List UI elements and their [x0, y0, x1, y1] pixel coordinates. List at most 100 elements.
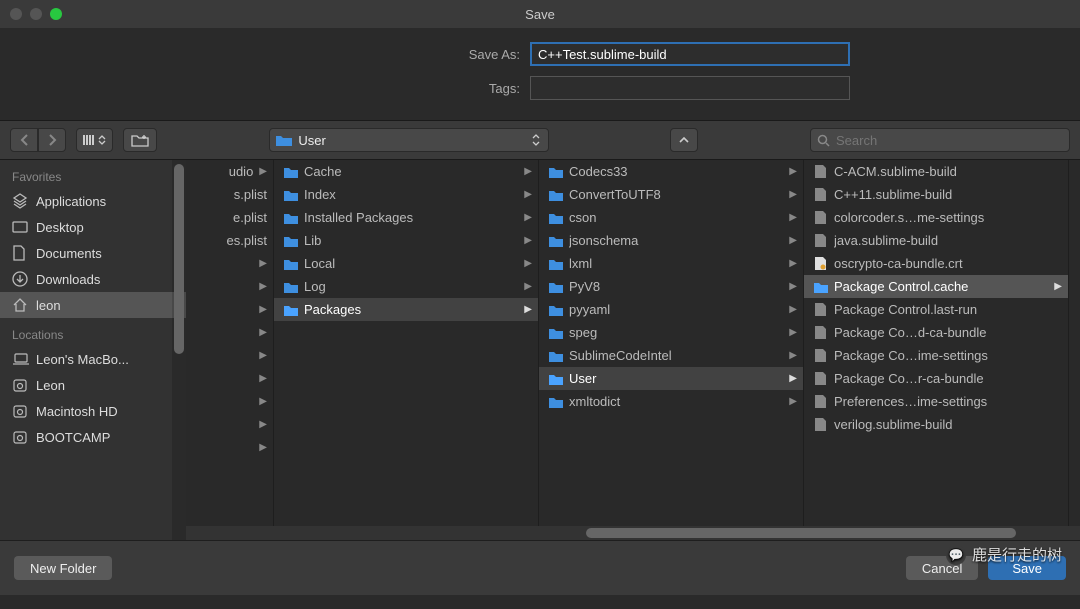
forward-button[interactable] [38, 128, 66, 152]
zoom-dot[interactable] [50, 8, 62, 20]
row-label: cson [569, 210, 783, 225]
desk-icon [12, 220, 28, 234]
toolbar: User [0, 120, 1080, 160]
folder-icon [549, 327, 563, 339]
sidebar-scrollbar[interactable] [172, 160, 186, 540]
sidebar-item-leon[interactable]: leon [0, 292, 186, 318]
back-button[interactable] [10, 128, 38, 152]
file-browser: Favorites ApplicationsDesktopDocumentsDo… [0, 160, 1080, 540]
new-folder-button[interactable]: New Folder [14, 556, 112, 580]
row-log[interactable]: Log▶ [274, 275, 538, 298]
minimize-dot[interactable] [30, 8, 42, 20]
folder-icon [549, 235, 563, 247]
folder-icon [284, 304, 298, 316]
new-folder-icon-button[interactable] [123, 128, 157, 152]
sidebar-item-documents[interactable]: Documents [0, 240, 186, 266]
chevron-right-icon: ▶ [789, 166, 797, 177]
row-pyv8[interactable]: PyV8▶ [539, 275, 803, 298]
search-icon [817, 134, 830, 147]
row-package-control-last-run[interactable]: Package Control.last-run [804, 298, 1068, 321]
chevron-right-icon: ▶ [1054, 281, 1062, 292]
collapse-button[interactable] [670, 128, 698, 152]
row-package-co-ime-settings[interactable]: Package Co…ime-settings [804, 344, 1068, 367]
location-popup[interactable]: User [269, 128, 549, 152]
chevron-right-icon: ▶ [259, 396, 267, 407]
row-s-plist[interactable]: s.plist [186, 183, 273, 206]
row-blank: ▶ [186, 275, 273, 298]
row-preferences-ime-settings[interactable]: Preferences…ime-settings [804, 390, 1068, 413]
chevron-right-icon: ▶ [524, 304, 532, 315]
chevron-right-icon: ▶ [789, 350, 797, 361]
close-dot[interactable] [10, 8, 22, 20]
chevron-right-icon: ▶ [789, 327, 797, 338]
chevron-up-icon [679, 136, 689, 144]
updown-icon [98, 135, 106, 145]
row-udio[interactable]: udio▶ [186, 160, 273, 183]
search-input[interactable] [836, 133, 1063, 148]
row-package-co-d-ca-bundle[interactable]: Package Co…d-ca-bundle [804, 321, 1068, 344]
row-lib[interactable]: Lib▶ [274, 229, 538, 252]
row-label: xmltodict [569, 394, 783, 409]
column-browser: udio▶s.pliste.plistes.plist▶▶▶▶▶▶▶▶▶||Ca… [186, 160, 1080, 540]
row-java-sublime-build[interactable]: java.sublime-build [804, 229, 1068, 252]
row-oscrypto-ca-bundle-crt[interactable]: oscrypto-ca-bundle.crt [804, 252, 1068, 275]
row-label: Codecs33 [569, 164, 783, 179]
row-local[interactable]: Local▶ [274, 252, 538, 275]
saveas-input[interactable] [530, 42, 850, 66]
column-3: C-ACM.sublime-build C++11.sublime-build co… [804, 160, 1069, 540]
row-lxml[interactable]: lxml▶ [539, 252, 803, 275]
row-package-co-r-ca-bundle[interactable]: Package Co…r-ca-bundle [804, 367, 1068, 390]
row-label: java.sublime-build [834, 233, 1062, 248]
doc-icon [12, 245, 28, 261]
row-e-plist[interactable]: e.plist [186, 206, 273, 229]
sidebar-item-downloads[interactable]: Downloads [0, 266, 186, 292]
row-xmltodict[interactable]: xmltodict▶ [539, 390, 803, 413]
row-c-11-sublime-build[interactable]: C++11.sublime-build [804, 183, 1068, 206]
sidebar-item-leon[interactable]: Leon [0, 372, 186, 398]
chevron-right-icon: ▶ [524, 166, 532, 177]
row-verilog-sublime-build[interactable]: verilog.sublime-build [804, 413, 1068, 436]
row-converttoutf8[interactable]: ConvertToUTF8▶ [539, 183, 803, 206]
row-user[interactable]: User▶ [539, 367, 803, 390]
tags-input[interactable] [530, 76, 850, 100]
title-bar: Save [0, 0, 1080, 28]
file-icon [814, 417, 828, 432]
row-installed-packages[interactable]: Installed Packages▶ [274, 206, 538, 229]
folder-icon [276, 134, 292, 146]
folder-icon [284, 281, 298, 293]
file-icon [814, 325, 828, 340]
row-pyyaml[interactable]: pyyaml▶ [539, 298, 803, 321]
sidebar-item-applications[interactable]: Applications [0, 188, 186, 214]
row-codecs33[interactable]: Codecs33 ▶ [539, 160, 803, 183]
row-label: Package Co…r-ca-bundle [834, 371, 1062, 386]
row-es-plist[interactable]: es.plist [186, 229, 273, 252]
sidebar: Favorites ApplicationsDesktopDocumentsDo… [0, 160, 186, 540]
row-label: Package Co…ime-settings [834, 348, 1062, 363]
horizontal-scrollbar[interactable] [186, 526, 1080, 540]
row-label: C++11.sublime-build [834, 187, 1062, 202]
search-field[interactable] [810, 128, 1070, 152]
chevron-right-icon: ▶ [259, 419, 267, 430]
row-sublimecodeintel[interactable]: SublimeCodeIntel▶ [539, 344, 803, 367]
sidebar-item-macintosh-hd[interactable]: Macintosh HD [0, 398, 186, 424]
row-label: C-ACM.sublime-build [834, 164, 1062, 179]
row-cson[interactable]: cson▶ [539, 206, 803, 229]
row-cache[interactable]: Cache▶ [274, 160, 538, 183]
row-jsonschema[interactable]: jsonschema▶ [539, 229, 803, 252]
row-speg[interactable]: speg▶ [539, 321, 803, 344]
sidebar-item-label: Documents [36, 246, 102, 261]
view-mode-select[interactable] [76, 128, 113, 152]
row-label: s.plist [196, 187, 267, 202]
row-colorcoder-s-me-settings[interactable]: colorcoder.s…me-settings [804, 206, 1068, 229]
sidebar-item-desktop[interactable]: Desktop [0, 214, 186, 240]
row-label: Package Control.cache [834, 279, 1048, 294]
sidebar-item-label: Downloads [36, 272, 100, 287]
column-1: Cache▶Index▶Installed Packages▶Lib▶Local… [274, 160, 539, 540]
sidebar-item-leon-s-macbo-[interactable]: Leon's MacBo... [0, 346, 186, 372]
wechat-icon: 💬 [946, 545, 966, 565]
sidebar-item-bootcamp[interactable]: BOOTCAMP [0, 424, 186, 450]
row-c-acm-sublime-build[interactable]: C-ACM.sublime-build [804, 160, 1068, 183]
row-package-control-cache[interactable]: Package Control.cache ▶ [804, 275, 1068, 298]
row-index[interactable]: Index▶ [274, 183, 538, 206]
row-packages[interactable]: Packages▶ [274, 298, 538, 321]
